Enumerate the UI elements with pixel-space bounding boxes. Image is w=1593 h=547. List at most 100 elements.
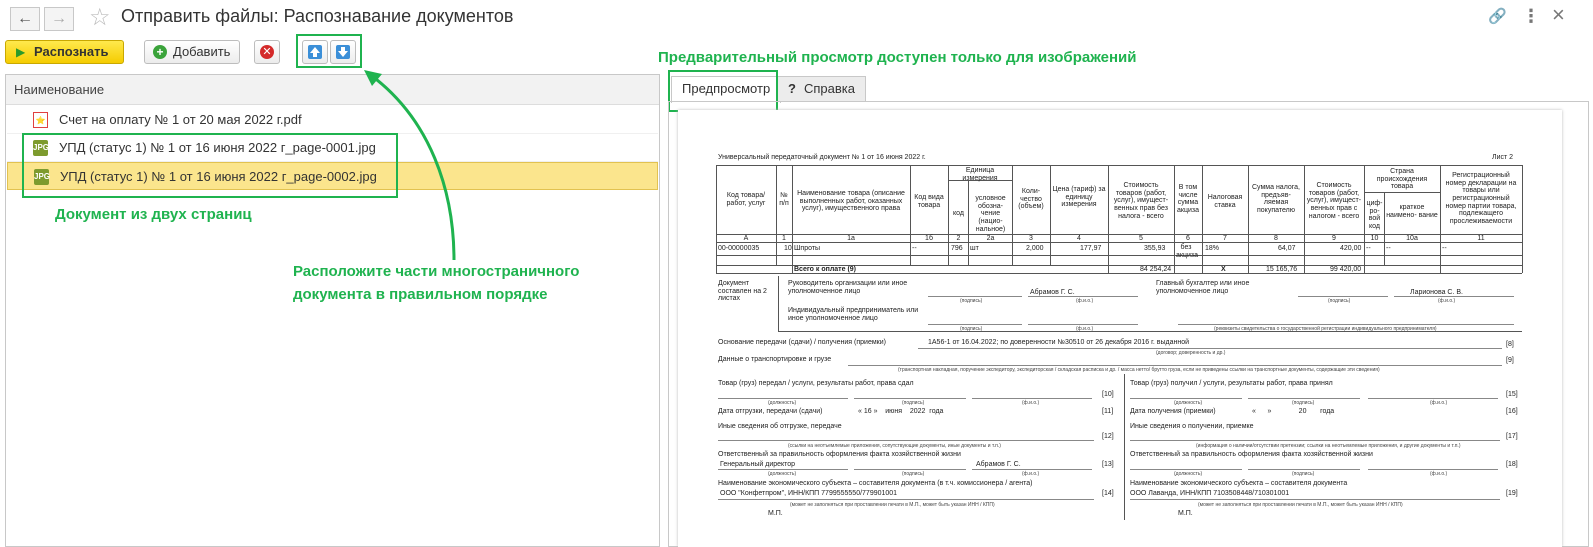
- play-icon: ▶: [16, 45, 26, 59]
- doc-header-country-code: циф- ро- вой код: [1366, 200, 1383, 231]
- doc-n17: [17]: [1506, 433, 1518, 440]
- doc-other-recv: Иные сведения о получении, приемке: [1130, 423, 1254, 430]
- doc-cell: 18%: [1205, 245, 1220, 252]
- annotation-order-line2: документа в правильном порядке: [293, 286, 548, 303]
- doc-ip: Индивидуальный предприниматель или иное …: [788, 307, 919, 322]
- doc-entity-note: (может не заполняться при проставлении п…: [1198, 502, 1403, 508]
- doc-header-tax: Сумма налога, предъяв- ляемая покупателю: [1252, 184, 1300, 215]
- doc-mp: М.П.: [1178, 510, 1193, 517]
- doc-basis-value: 1А56-1 от 16.04.2022; по доверенности №3…: [928, 339, 1189, 346]
- doc-podpis: (подпись): [1328, 298, 1351, 304]
- doc-cell: 796: [951, 245, 963, 252]
- more-menu-icon[interactable]: ⋮: [1522, 6, 1540, 27]
- doc-fio: (ф.и.о.): [1076, 298, 1094, 304]
- doc-transport-label: Данные о транспортировке и грузе: [718, 356, 832, 363]
- doc-podpis: (подпись): [960, 326, 983, 332]
- tab-help[interactable]: ? Справка: [777, 76, 866, 102]
- file-name: Счет на оплату № 1 от 20 мая 2022 г.pdf: [59, 112, 302, 127]
- doc-col-letter: А: [743, 235, 749, 242]
- doc-podpis: (подпись): [960, 298, 983, 304]
- doc-col-letter: 9: [1332, 235, 1336, 242]
- doc-resp-right: Ответственный за правильность оформления…: [1130, 451, 1373, 458]
- doc-fio: (ф.и.о.): [1430, 471, 1448, 477]
- doc-ship-date-label: Дата отгрузки, передачи (сдачи): [718, 408, 823, 415]
- doc-cell: 177,97: [1080, 245, 1102, 252]
- doc-transport-note: (транспортная накладная, поручение экспе…: [898, 367, 1380, 373]
- doc-n10: [10]: [1102, 391, 1114, 398]
- doc-n19: [19]: [1506, 490, 1518, 497]
- close-icon[interactable]: ×: [1552, 2, 1565, 28]
- doc-chief-name: Ларионова С. В.: [1410, 289, 1463, 296]
- list-item[interactable]: ⭐ Счет на оплату № 1 от 20 мая 2022 г.pd…: [7, 106, 658, 134]
- doc-entity-r: Наименование экономического субъекта – с…: [1130, 480, 1348, 487]
- doc-col-letter: 2: [956, 235, 961, 242]
- doc-header-unit-code: код: [953, 210, 964, 217]
- doc-dolzh: (должность): [1174, 400, 1203, 406]
- doc-mp: М.П.: [768, 510, 783, 517]
- delete-icon: ✕: [260, 45, 274, 59]
- doc-resp-name: Абрамов Г. С.: [976, 461, 1021, 468]
- doc-cell: --: [912, 245, 917, 252]
- doc-n18: [18]: [1506, 461, 1518, 468]
- doc-basis-label: Основание передачи (сдачи) / получения (…: [718, 339, 886, 346]
- doc-header-rate: Налоговая ставка: [1207, 194, 1243, 209]
- doc-head-name: Абрамов Г. С.: [1030, 289, 1075, 296]
- doc-entity: Наименование экономического субъекта – с…: [718, 480, 1033, 487]
- pdf-file-icon: ⭐: [33, 112, 48, 128]
- doc-header-name: Наименование товара (описание выполненны…: [797, 190, 905, 213]
- doc-col-letter: 11: [1477, 235, 1485, 242]
- doc-header-country: Страна происхождения товара: [1376, 168, 1428, 191]
- back-button[interactable]: ←: [10, 7, 40, 31]
- doc-col-letter: 1а: [847, 235, 855, 242]
- add-button[interactable]: + Добавить: [144, 40, 240, 64]
- doc-entity-r-value: ООО Лаванда, ИНН/КПП 7103508448/71030100…: [1130, 490, 1290, 497]
- doc-podpis: (подпись): [902, 471, 925, 477]
- doc-header-country-name: краткое наимено- вание: [1386, 204, 1438, 219]
- star-icon[interactable]: ☆: [89, 3, 111, 32]
- doc-recv-date-label: Дата получения (приемки): [1130, 408, 1216, 415]
- annotation-arrow: [364, 70, 456, 261]
- help-icon: ?: [788, 81, 796, 96]
- doc-header-unit: Единица измерения: [962, 167, 998, 182]
- doc-n13: [13]: [1102, 461, 1114, 468]
- column-header-name[interactable]: Наименование: [6, 75, 659, 105]
- doc-cell: без акциза: [1176, 244, 1198, 259]
- doc-col-letter: 3: [1029, 235, 1033, 242]
- doc-cell: --: [1442, 245, 1447, 252]
- recognize-button[interactable]: ▶ Распознать: [5, 40, 124, 64]
- link-icon[interactable]: 🔗: [1488, 7, 1507, 25]
- doc-rekv: (реквизиты свидетельства о государственн…: [1214, 326, 1437, 332]
- doc-n12: [12]: [1102, 433, 1114, 440]
- doc-fio: (ф.и.о.): [1076, 326, 1094, 332]
- doc-chief-acc: Главный бухгалтер или иное уполномоченно…: [1156, 280, 1250, 295]
- doc-other-ship-note: (ссылки на неотъемлемые приложения, сопу…: [788, 443, 1001, 449]
- tab-help-label: Справка: [803, 81, 855, 96]
- doc-header-unit-name: условное обозна- чение (нацио- нальное): [975, 195, 1006, 233]
- doc-given: Товар (груз) передал / услуги, результат…: [718, 380, 914, 387]
- doc-resp: Ответственный за правильность оформления…: [718, 451, 961, 458]
- delete-button[interactable]: ✕: [254, 40, 280, 64]
- doc-total-cost: 84 254,24: [1140, 266, 1172, 273]
- doc-header-total: Стоимость товаров (работ, услуг), имущес…: [1306, 182, 1362, 220]
- doc-podpis: (подпись): [1292, 400, 1315, 406]
- doc-cell: 00-00000035: [718, 245, 760, 252]
- forward-button[interactable]: →: [44, 7, 74, 31]
- doc-podpis: (подпись): [1292, 471, 1315, 477]
- doc-resp-pos: Генеральный директор: [720, 461, 796, 468]
- doc-header-cost: Стоимость товаров (работ, услуг), имущес…: [1113, 182, 1169, 220]
- document-preview-image: Универсальный передаточный документ № 1 …: [678, 110, 1562, 547]
- doc-header-excise: В том числе сумма акциза: [1177, 184, 1199, 215]
- doc-header-kind: Код вида товара: [914, 194, 944, 209]
- doc-entity-value: ООО "Конфетпром", ИНН/КПП 7799555550/779…: [720, 490, 898, 497]
- doc-col-letter: 7: [1223, 235, 1227, 242]
- doc-fio: (ф.и.о.): [1430, 400, 1448, 406]
- plus-icon: +: [153, 45, 167, 59]
- doc-cell: 355,93: [1144, 245, 1166, 252]
- window-title: Отправить файлы: Распознавание документо…: [121, 6, 514, 26]
- doc-other-recv-note: (информация о наличии/отсутствии претенз…: [1196, 443, 1461, 449]
- doc-fio: (ф.и.о.): [1438, 298, 1456, 304]
- doc-cell: --: [1366, 245, 1371, 252]
- doc-col-letter: 1: [782, 235, 786, 242]
- doc-col-letter: 1б: [925, 235, 933, 242]
- doc-col-letter: 6: [1186, 235, 1190, 242]
